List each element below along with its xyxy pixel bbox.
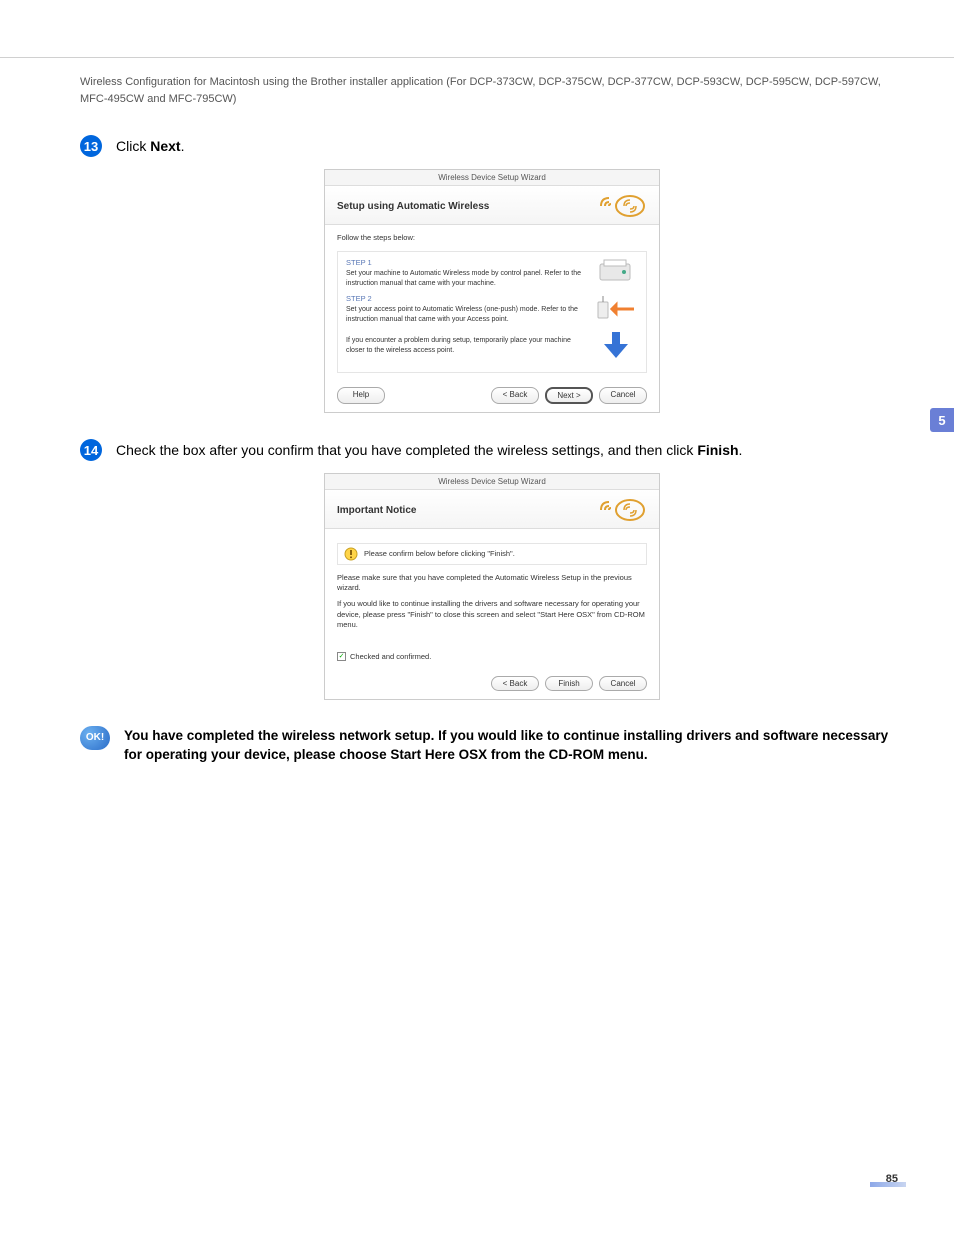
page-number: 85: [886, 1173, 898, 1185]
completion-note: OK! You have completed the wireless netw…: [80, 726, 904, 765]
step-13: 13 Click Next.: [80, 135, 904, 157]
step-14: 14 Check the box after you confirm that …: [80, 439, 904, 461]
wizard1-step2-label: STEP 2: [346, 294, 588, 304]
back-button[interactable]: < Back: [491, 676, 539, 691]
wizard-important-notice: Wireless Device Setup Wizard Important N…: [324, 473, 660, 700]
wizard1-intro: Follow the steps below:: [337, 233, 647, 243]
wizard1-titlebar: Wireless Device Setup Wizard: [325, 170, 659, 186]
wizard1-head: Setup using Automatic Wireless: [325, 186, 659, 225]
completion-text: You have completed the wireless network …: [124, 726, 904, 765]
arrow-down-icon: [594, 330, 638, 360]
step-number-badge: 14: [80, 439, 102, 461]
step-14-prefix: Check the box after you confirm that you…: [116, 442, 697, 458]
wifi-logo-icon: [597, 194, 647, 218]
wizard1-step2-text: Set your access point to Automatic Wirel…: [346, 305, 588, 324]
wifi-logo-icon: [597, 498, 647, 522]
wizard2-heading: Important Notice: [337, 505, 416, 516]
help-button[interactable]: Help: [337, 387, 385, 404]
wizard1-step1-text: Set your machine to Automatic Wireless m…: [346, 269, 588, 288]
wizard-setup-auto-wireless: Wireless Device Setup Wizard Setup using…: [324, 169, 660, 413]
wizard1-heading: Setup using Automatic Wireless: [337, 201, 489, 212]
next-button[interactable]: Next >: [545, 387, 593, 404]
access-point-icon: [594, 294, 638, 324]
wizard2-titlebar: Wireless Device Setup Wizard: [325, 474, 659, 490]
step-13-suffix: .: [181, 138, 185, 154]
step-number-badge: 13: [80, 135, 102, 157]
wizard1-note: If you encounter a problem during setup,…: [346, 336, 588, 360]
wizard2-p1: Please make sure that you have completed…: [337, 573, 647, 593]
top-band: [0, 0, 954, 58]
printer-icon: [594, 258, 638, 288]
chapter-tab: 5: [930, 408, 954, 432]
step-14-text: Check the box after you confirm that you…: [116, 439, 742, 461]
finish-button[interactable]: Finish: [545, 676, 593, 691]
warning-icon: [344, 547, 358, 561]
step-13-bold: Next: [150, 138, 180, 154]
wizard2-head: Important Notice: [325, 490, 659, 529]
step-14-bold: Finish: [697, 442, 738, 458]
step-13-prefix: Click: [116, 138, 150, 154]
back-button[interactable]: < Back: [491, 387, 539, 404]
wizard2-noticebar: Please confirm below before clicking "Fi…: [364, 549, 515, 559]
confirm-label: Checked and confirmed.: [350, 652, 431, 662]
wizard1-step1-label: STEP 1: [346, 258, 588, 268]
cancel-button[interactable]: Cancel: [599, 676, 647, 691]
page-header: Wireless Configuration for Macintosh usi…: [80, 74, 904, 107]
cancel-button[interactable]: Cancel: [599, 387, 647, 404]
step-13-text: Click Next.: [116, 135, 184, 157]
wizard2-p2: If you would like to continue installing…: [337, 599, 647, 629]
step-14-suffix: .: [739, 442, 743, 458]
ok-badge-icon: OK!: [80, 726, 110, 750]
confirm-checkbox[interactable]: ✓: [337, 652, 346, 661]
